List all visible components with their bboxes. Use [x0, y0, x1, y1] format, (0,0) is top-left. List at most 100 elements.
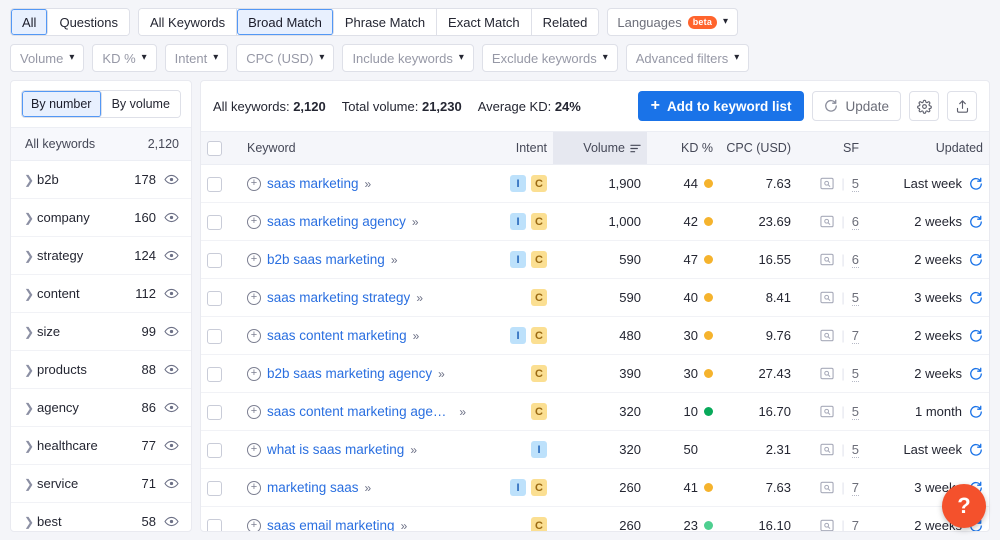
intent-badge-c[interactable]: C	[531, 479, 547, 496]
expand-keyword-icon[interactable]: »	[413, 329, 419, 343]
sidebar-group-item[interactable]: ❯ b2b 178	[11, 161, 191, 199]
column-header-intent[interactable]: Intent	[471, 132, 553, 165]
chevron-right-icon[interactable]: ❯	[21, 173, 37, 187]
table-row[interactable]: + saas content marketing » IC 480 30 9.7…	[201, 317, 989, 355]
table-row[interactable]: + b2b saas marketing agency » C 390 30 2…	[201, 355, 989, 393]
sidebar-group-preview-button[interactable]	[164, 286, 179, 301]
sidebar-group-item[interactable]: ❯ healthcare 77	[11, 427, 191, 465]
table-row[interactable]: + what is saas marketing » I 320 50 2.31…	[201, 431, 989, 469]
add-to-keyword-list-button[interactable]: + Add to keyword list	[638, 91, 805, 121]
row-refresh-button[interactable]	[969, 405, 983, 419]
update-button[interactable]: Update	[812, 91, 901, 121]
expand-keyword-icon[interactable]: »	[459, 405, 465, 419]
keyword-link[interactable]: what is saas marketing	[267, 442, 404, 457]
table-row[interactable]: + saas marketing agency » IC 1,000 42 23…	[201, 203, 989, 241]
chevron-right-icon[interactable]: ❯	[21, 249, 37, 263]
intent-badge-c[interactable]: C	[531, 517, 547, 532]
sidebar-group-preview-button[interactable]	[164, 476, 179, 491]
keyword-link[interactable]: marketing saas	[267, 480, 359, 495]
filter-all-keywords[interactable]: All Keywords	[139, 9, 237, 35]
filter-exact-match[interactable]: Exact Match	[437, 9, 532, 35]
table-row[interactable]: + saas marketing » IC 1,900 44 7.63 | 5	[201, 165, 989, 203]
row-refresh-button[interactable]	[969, 367, 983, 381]
add-keyword-icon[interactable]: +	[247, 291, 261, 305]
sidebar-group-preview-button[interactable]	[164, 324, 179, 339]
sidebar-group-preview-button[interactable]	[164, 438, 179, 453]
filter-exclude-keywords[interactable]: Exclude keywords ▾	[482, 44, 618, 72]
column-header-updated[interactable]: Updated	[865, 132, 989, 165]
table-row[interactable]: + b2b saas marketing » IC 590 47 16.55 |…	[201, 241, 989, 279]
filter-kd-[interactable]: KD % ▾	[92, 44, 156, 72]
add-keyword-icon[interactable]: +	[247, 367, 261, 381]
sidebar-group-item[interactable]: ❯ company 160	[11, 199, 191, 237]
sf-count[interactable]: 5	[852, 442, 859, 458]
add-keyword-icon[interactable]: +	[247, 519, 261, 533]
table-row[interactable]: + saas content marketing agency » C 320 …	[201, 393, 989, 431]
row-refresh-button[interactable]	[969, 253, 983, 267]
row-checkbox[interactable]	[207, 443, 222, 458]
row-checkbox[interactable]	[207, 177, 222, 192]
chevron-right-icon[interactable]: ❯	[21, 515, 37, 529]
intent-badge-c[interactable]: C	[531, 403, 547, 420]
match-type-filter-group[interactable]: All KeywordsBroad MatchPhrase MatchExact…	[138, 8, 599, 36]
add-keyword-icon[interactable]: +	[247, 253, 261, 267]
sidebar-group-preview-button[interactable]	[164, 400, 179, 415]
intent-badge-c[interactable]: C	[531, 213, 547, 230]
intent-badge-i[interactable]: I	[510, 251, 526, 268]
add-keyword-icon[interactable]: +	[247, 329, 261, 343]
keyword-link[interactable]: saas marketing strategy	[267, 290, 410, 305]
intent-badge-i[interactable]: I	[510, 327, 526, 344]
row-checkbox[interactable]	[207, 291, 222, 306]
column-header-keyword[interactable]: Keyword	[241, 132, 471, 165]
select-all-checkbox[interactable]	[207, 141, 222, 156]
expand-keyword-icon[interactable]: »	[412, 215, 418, 229]
intent-badge-c[interactable]: C	[531, 175, 547, 192]
sf-count[interactable]: 5	[852, 176, 859, 192]
row-refresh-button[interactable]	[969, 215, 983, 229]
row-checkbox[interactable]	[207, 519, 222, 532]
serp-features-button[interactable]	[820, 329, 834, 342]
serp-features-button[interactable]	[820, 443, 834, 456]
keyword-link[interactable]: b2b saas marketing	[267, 252, 385, 267]
chevron-right-icon[interactable]: ❯	[21, 325, 37, 339]
sidebar-group-item[interactable]: ❯ best 58	[11, 503, 191, 531]
sf-count[interactable]: 5	[852, 290, 859, 306]
sidebar-group-item[interactable]: ❯ content 112	[11, 275, 191, 313]
sf-count[interactable]: 7	[852, 518, 859, 533]
filter-cpc-usd-[interactable]: CPC (USD) ▾	[236, 44, 334, 72]
filter-questions[interactable]: Questions	[48, 9, 129, 35]
sidebar-group-preview-button[interactable]	[164, 248, 179, 263]
settings-button[interactable]	[909, 91, 939, 121]
sidebar-toggle-group[interactable]: By numberBy volume	[21, 90, 181, 118]
expand-keyword-icon[interactable]: »	[410, 443, 416, 457]
intent-badge-i[interactable]: I	[510, 479, 526, 496]
keyword-link[interactable]: saas email marketing	[267, 518, 395, 532]
table-row[interactable]: + saas email marketing » C 260 23 16.10 …	[201, 507, 989, 533]
sidebar-group-preview-button[interactable]	[164, 172, 179, 187]
chevron-right-icon[interactable]: ❯	[21, 401, 37, 415]
sidebar-group-preview-button[interactable]	[164, 362, 179, 377]
serp-features-button[interactable]	[820, 481, 834, 494]
row-refresh-button[interactable]	[969, 329, 983, 343]
add-keyword-icon[interactable]: +	[247, 215, 261, 229]
keyword-link[interactable]: saas content marketing agency	[267, 404, 453, 419]
column-header-cpc[interactable]: CPC (USD)	[719, 132, 797, 165]
sf-count[interactable]: 5	[852, 366, 859, 382]
sidebar-group-preview-button[interactable]	[164, 210, 179, 225]
row-refresh-button[interactable]	[969, 443, 983, 457]
expand-keyword-icon[interactable]: »	[438, 367, 444, 381]
chevron-right-icon[interactable]: ❯	[21, 211, 37, 225]
column-header-kd[interactable]: KD %	[647, 132, 719, 165]
expand-keyword-icon[interactable]: »	[365, 481, 371, 495]
serp-features-button[interactable]	[820, 367, 834, 380]
chevron-right-icon[interactable]: ❯	[21, 439, 37, 453]
column-header-sf[interactable]: SF	[797, 132, 865, 165]
filter-volume[interactable]: Volume ▾	[10, 44, 84, 72]
languages-dropdown[interactable]: Languages beta ▾	[607, 8, 738, 36]
sidebar-group-item[interactable]: ❯ service 71	[11, 465, 191, 503]
serp-features-button[interactable]	[820, 405, 834, 418]
chevron-right-icon[interactable]: ❯	[21, 363, 37, 377]
sf-count[interactable]: 6	[852, 252, 859, 268]
intent-badge-c[interactable]: C	[531, 251, 547, 268]
filter-intent[interactable]: Intent ▾	[165, 44, 229, 72]
